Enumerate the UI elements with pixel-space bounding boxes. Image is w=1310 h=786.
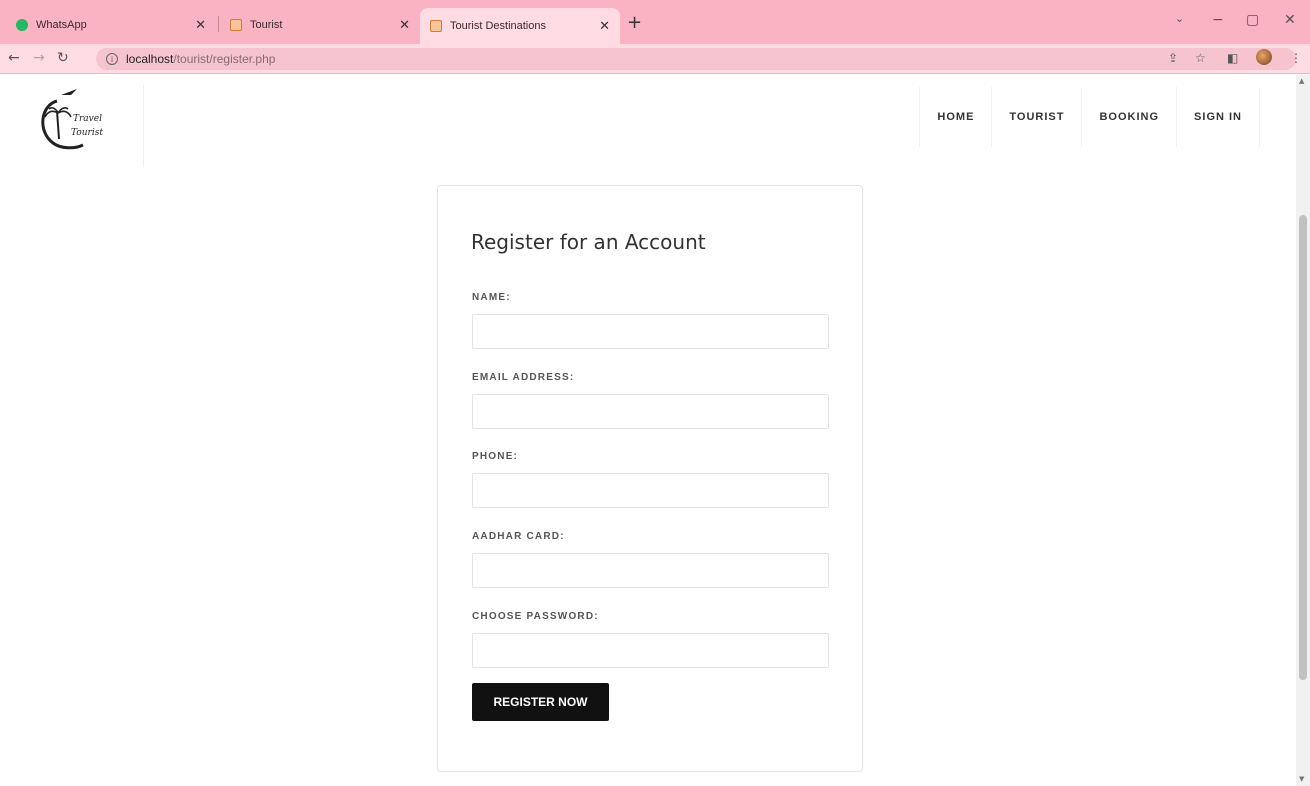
logo-text-line1: Travel: [73, 114, 102, 124]
email-input[interactable]: [472, 394, 829, 429]
page-scrollbar[interactable]: ▲ ▼: [1296, 75, 1310, 786]
phone-label: PHONE:: [472, 451, 519, 462]
password-label: CHOOSE PASSWORD:: [472, 611, 599, 622]
tab-separator: [218, 16, 219, 32]
email-label: EMAIL ADDRESS:: [472, 372, 575, 383]
whatsapp-icon: [16, 19, 28, 31]
register-now-button[interactable]: REGISTER NOW: [472, 683, 609, 721]
nav-sign-in[interactable]: SIGN IN: [1177, 87, 1259, 147]
page-icon: [230, 19, 242, 31]
profile-avatar[interactable]: [1256, 49, 1272, 65]
scroll-up-arrow-icon[interactable]: ▲: [1299, 77, 1304, 85]
phone-input[interactable]: [472, 473, 829, 508]
nav-home[interactable]: HOME: [920, 87, 993, 147]
url-host: localhost: [126, 52, 174, 66]
site-logo[interactable]: Travel Tourist: [20, 85, 144, 167]
tab-tourist[interactable]: Tourist ✕: [220, 10, 420, 40]
nav-booking[interactable]: BOOKING: [1082, 87, 1178, 147]
new-tab-button[interactable]: +: [627, 14, 642, 32]
nav-tourist[interactable]: TOURIST: [992, 87, 1083, 147]
more-menu-icon[interactable]: ⋮: [1290, 51, 1302, 65]
name-input[interactable]: [472, 314, 829, 349]
side-panel-icon[interactable]: ◧: [1227, 51, 1238, 65]
aadhar-label: AADHAR CARD:: [472, 531, 565, 542]
tab-title: Tourist: [250, 19, 283, 31]
logo-graphic-icon: Travel Tourist: [41, 89, 103, 150]
tab-tourist-destinations[interactable]: Tourist Destinations ✕: [420, 8, 620, 44]
name-label: NAME:: [472, 292, 511, 303]
share-icon[interactable]: ⇪: [1168, 51, 1178, 65]
tab-title: Tourist Destinations: [450, 20, 546, 32]
close-icon[interactable]: ✕: [195, 17, 206, 33]
scrollbar-thumb[interactable]: [1299, 215, 1307, 680]
form-title: Register for an Account: [471, 230, 706, 254]
address-bar[interactable]: i localhost/tourist/register.php: [96, 48, 1296, 70]
close-window-button[interactable]: ✕: [1284, 12, 1296, 28]
browser-toolbar: ← → ↻ i localhost/tourist/register.php ⇪…: [0, 44, 1310, 74]
url-path: /tourist/register.php: [173, 52, 276, 66]
page-icon: [430, 20, 442, 32]
close-icon[interactable]: ✕: [399, 17, 410, 33]
tab-search-dropdown-icon[interactable]: ⌄: [1175, 12, 1184, 25]
browser-tabbar: WhatsApp ✕ Tourist ✕ Tourist Destination…: [0, 0, 1310, 44]
page-content: Travel Tourist HOME TOURIST BOOKING SIGN…: [0, 75, 1296, 786]
logo-text-line2: Tourist: [71, 128, 103, 138]
info-icon[interactable]: i: [106, 53, 118, 65]
star-icon[interactable]: ☆: [1195, 51, 1206, 65]
tab-whatsapp[interactable]: WhatsApp ✕: [6, 10, 216, 40]
minimize-button[interactable]: −: [1212, 12, 1224, 28]
aadhar-input[interactable]: [472, 553, 829, 588]
restore-button[interactable]: ▢: [1246, 12, 1259, 28]
main-nav: HOME TOURIST BOOKING SIGN IN: [919, 87, 1260, 147]
tab-title: WhatsApp: [36, 19, 87, 31]
scroll-down-arrow-icon[interactable]: ▼: [1299, 775, 1304, 783]
password-input[interactable]: [472, 633, 829, 668]
back-arrow-icon[interactable]: ←: [8, 50, 20, 66]
close-icon[interactable]: ✕: [599, 18, 610, 34]
reload-icon[interactable]: ↻: [57, 50, 69, 66]
forward-arrow-icon[interactable]: →: [33, 50, 45, 66]
register-card: Register for an Account NAME: EMAIL ADDR…: [437, 185, 863, 772]
